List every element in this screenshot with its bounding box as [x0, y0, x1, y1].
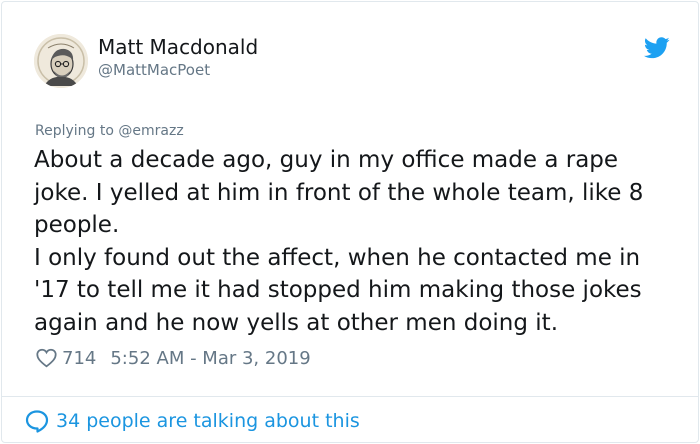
- author-handle[interactable]: @MattMacPoet: [98, 61, 210, 79]
- tweet-card: Matt Macdonald @MattMacPoet Replying to …: [1, 1, 699, 443]
- tweet-text-line: people.: [34, 212, 120, 238]
- tweet-text-line: About a decade ago, guy in my office mad…: [34, 147, 619, 173]
- tweet-text-line: '17 to tell me it had stopped him making…: [34, 277, 642, 303]
- like-count[interactable]: 714: [62, 348, 96, 369]
- tweet-text-line: joke. I yelled at him in front of the wh…: [34, 179, 644, 206]
- speech-bubble-icon: [25, 410, 49, 433]
- twitter-bird-icon[interactable]: [644, 37, 670, 59]
- heart-icon[interactable]: [36, 348, 57, 368]
- avatar-portrait-image: [34, 34, 88, 88]
- avatar[interactable]: [34, 34, 88, 88]
- reply-context[interactable]: Replying to @emrazz: [35, 123, 184, 139]
- tweet-text-line: again and he now yells at other men doin…: [34, 309, 559, 336]
- timestamp[interactable]: 5:52 AM - Mar 3, 2019: [110, 348, 310, 369]
- conversation-link[interactable]: 34 people are talking about this: [25, 406, 360, 436]
- conversation-count-text[interactable]: 34 people are talking about this: [56, 410, 360, 432]
- divider: [2, 396, 698, 397]
- tweet-meta: 714 5:52 AM - Mar 3, 2019: [36, 346, 311, 370]
- tweet-text-line: I only found out the affect, when he con…: [34, 244, 641, 271]
- author-name[interactable]: Matt Macdonald: [98, 35, 258, 59]
- tweet-text: About a decade ago, guy in my office mad…: [34, 144, 684, 339]
